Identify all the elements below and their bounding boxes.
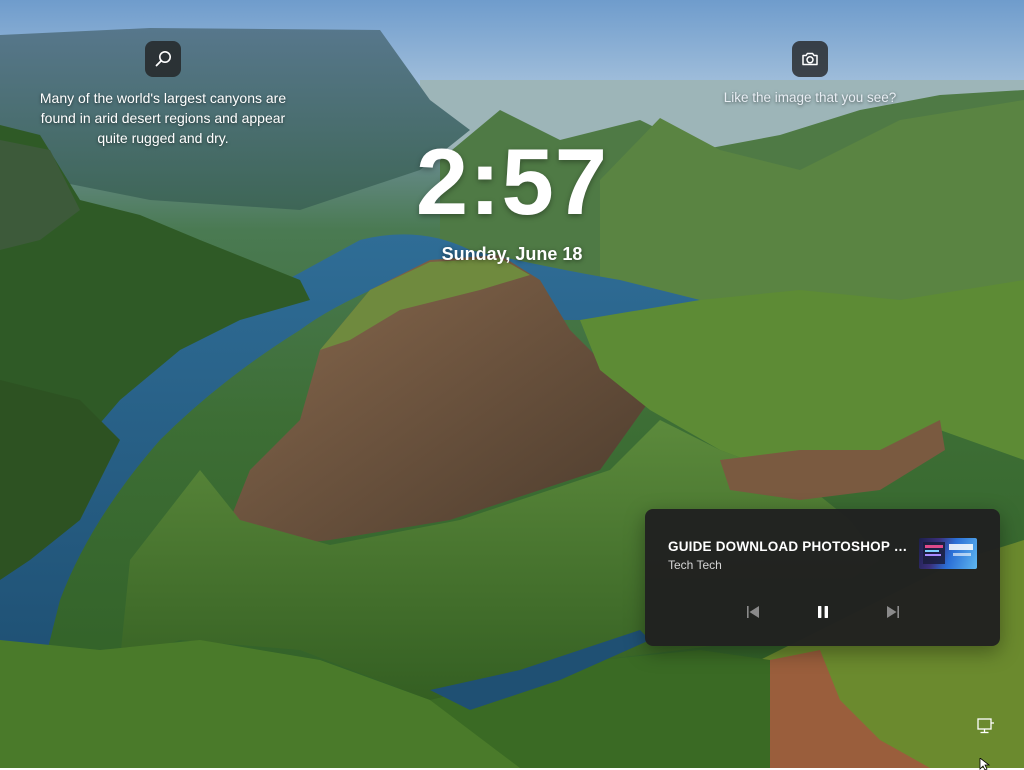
media-artist: Tech Tech [668, 558, 722, 572]
media-thumbnail [919, 538, 977, 569]
skip-previous-icon [747, 606, 759, 618]
network-icon[interactable] [977, 718, 995, 734]
like-image-camera-button[interactable] [792, 41, 828, 77]
skip-next-icon [887, 606, 899, 618]
search-icon [155, 51, 171, 67]
learn-more-search-button[interactable] [145, 41, 181, 77]
skip-previous-button[interactable] [737, 600, 769, 624]
pause-icon [818, 606, 828, 618]
thumbnail-graphic [923, 542, 973, 564]
spotlight-like-text[interactable]: Like the image that you see? [700, 88, 920, 108]
pause-button[interactable] [807, 600, 839, 624]
mouse-cursor-icon [979, 758, 991, 770]
skip-next-button[interactable] [877, 600, 909, 624]
media-title: GUIDE DOWNLOAD PHOTOSHOP C... [668, 539, 913, 554]
lock-screen-date: Sunday, June 18 [441, 244, 583, 264]
lock-screen-clock: 2:57 [415, 129, 609, 234]
media-player-card[interactable]: GUIDE DOWNLOAD PHOTOSHOP C... Tech Tech [645, 509, 1000, 646]
camera-icon [802, 52, 818, 66]
